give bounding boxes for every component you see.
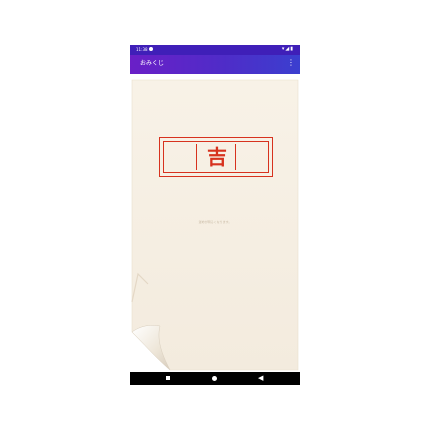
phone-screen: 11:38 ▾◢▮ おみくじ ⋮ 吉 運命が明るくなります。 ◀ xyxy=(130,45,300,385)
recents-icon[interactable] xyxy=(166,376,170,380)
fortune-message: 運命が明るくなります。 xyxy=(198,220,232,224)
omikuji-paper[interactable]: 吉 運命が明るくなります。 xyxy=(130,74,300,373)
app-bar: おみくじ ⋮ xyxy=(130,55,300,74)
fortune-result: 吉 xyxy=(207,145,227,169)
app-title: おみくじ xyxy=(140,60,165,67)
fortune-stamp: 吉 xyxy=(159,137,273,177)
status-bar: 11:38 ▾◢▮ xyxy=(130,45,300,55)
overflow-menu-icon[interactable]: ⋮ xyxy=(287,58,295,68)
status-icons: ▾◢▮ xyxy=(281,46,294,52)
back-icon[interactable]: ◀ xyxy=(258,374,263,382)
notification-icon xyxy=(149,47,153,51)
stamp-center-box: 吉 xyxy=(196,144,236,170)
navigation-bar: ◀ xyxy=(130,372,300,385)
home-icon[interactable] xyxy=(212,376,217,381)
status-time: 11:38 xyxy=(136,47,148,52)
